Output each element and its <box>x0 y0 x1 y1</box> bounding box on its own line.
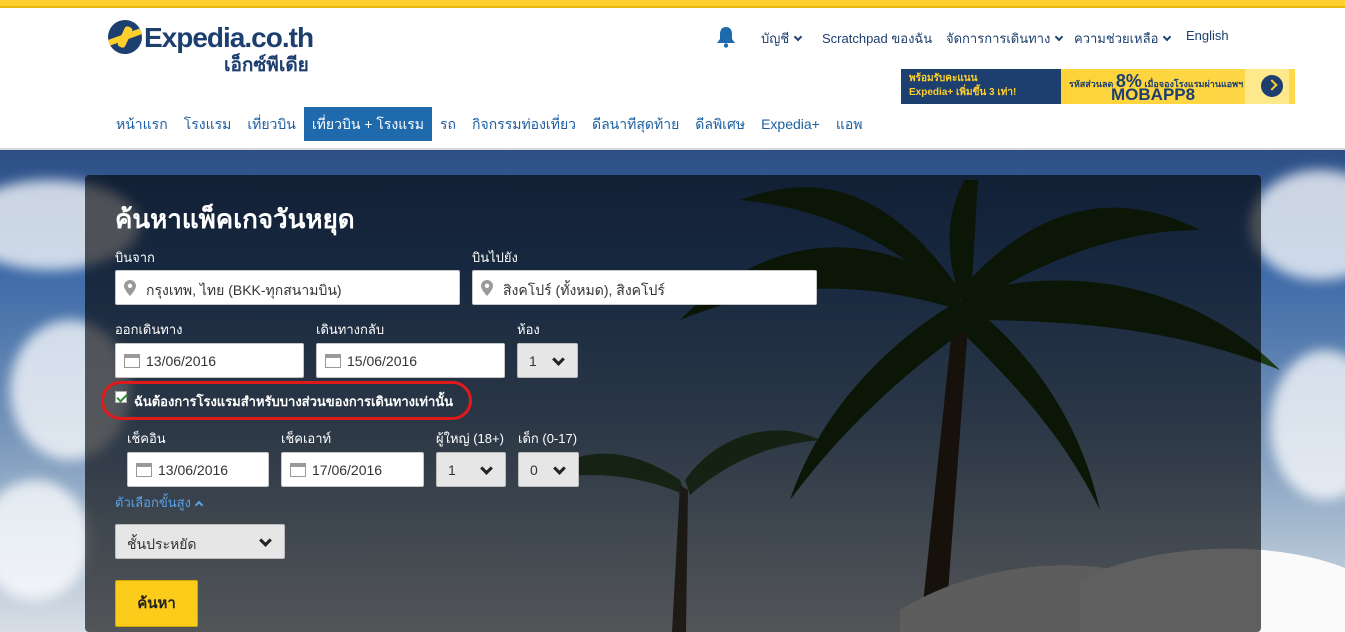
rooms-label: ห้อง <box>517 322 540 337</box>
main-nav-item-2[interactable]: เที่ยวบิน <box>239 107 304 141</box>
advanced-options-label: ตัวเลือกขั้นสูง <box>115 495 191 510</box>
return-date-value: 15/06/2016 <box>347 353 418 369</box>
chevron-down-icon <box>1163 32 1172 42</box>
from-input[interactable]: กรุงเทพ, ไทย (BKK-ทุกสนามบิน) <box>115 270 460 305</box>
search-button[interactable]: ค้นหา <box>115 580 198 627</box>
adults-value: 1 <box>448 462 456 478</box>
main-nav-item-4[interactable]: รถ <box>432 107 464 141</box>
checkin-date-input[interactable]: 13/06/2016 <box>127 452 269 487</box>
promo-discount-label: รหัสส่วนลด <box>1069 79 1114 89</box>
chevron-down-icon <box>553 462 566 475</box>
main-nav-item-1[interactable]: โรงแรม <box>176 107 240 141</box>
promo-points-block: พร้อมรับคะแนน Expedia+ เพิ่มขึ้น 3 เท่า! <box>901 69 1061 104</box>
scratchpad-link[interactable]: Scratchpad ของฉัน <box>822 28 932 48</box>
checkout-label: เช็คเอาท์ <box>281 431 332 446</box>
main-nav-item-5[interactable]: กิจกรรมท่องเที่ยว <box>464 107 584 141</box>
plane-globe-icon <box>108 20 142 54</box>
calendar-icon <box>290 463 306 477</box>
account-menu[interactable]: บัญชี <box>761 28 803 48</box>
depart-label: ออกเดินทาง <box>115 322 183 337</box>
from-label: บินจาก <box>115 250 155 265</box>
checkin-date-value: 13/06/2016 <box>158 462 229 478</box>
manage-trips-menu[interactable]: จัดการการเดินทาง <box>946 28 1064 48</box>
children-value: 0 <box>530 462 538 478</box>
partial-stay-label[interactable]: ฉันต้องการโรงแรมสำหรับบางส่วนของการเดินท… <box>134 391 453 412</box>
location-pin-icon <box>124 280 136 296</box>
depart-date-input[interactable]: 13/06/2016 <box>115 343 304 378</box>
to-label: บินไปยัง <box>472 250 518 265</box>
cloud <box>0 480 90 600</box>
logo-thai-text: เอ็กซ์พีเดีย <box>224 55 309 76</box>
main-nav-item-7[interactable]: ดีลพิเศษ <box>687 107 753 141</box>
chevron-down-icon <box>793 32 803 42</box>
cabin-class-select[interactable]: ชั้นประหยัด <box>115 524 285 559</box>
from-value: กรุงเทพ, ไทย (BKK-ทุกสนามบิน) <box>146 282 342 298</box>
to-value: สิงคโปร์ (ทั้งหมด), สิงคโปร์ <box>503 282 665 298</box>
chevron-up-icon <box>194 500 204 510</box>
return-label: เดินทางกลับ <box>316 322 385 337</box>
chevron-down-icon <box>259 534 272 547</box>
partial-stay-checkbox[interactable] <box>115 391 127 403</box>
help-menu[interactable]: ความช่วยเหลือ <box>1074 28 1172 48</box>
language-label: English <box>1186 28 1229 43</box>
chevron-down-icon <box>1055 32 1064 42</box>
children-label: เด็ก (0-17) <box>518 431 578 446</box>
depart-date-value: 13/06/2016 <box>146 353 217 369</box>
checkout-date-input[interactable]: 17/06/2016 <box>281 452 424 487</box>
children-select[interactable]: 0 <box>518 452 579 487</box>
advanced-options-toggle[interactable]: ตัวเลือกขั้นสูง <box>115 492 204 513</box>
chevron-down-icon <box>480 462 493 475</box>
cabin-class-value: ชั้นประหยัด <box>127 536 197 552</box>
language-link[interactable]: English <box>1186 28 1229 48</box>
rooms-select[interactable]: 1 <box>517 343 578 378</box>
calendar-icon <box>325 354 341 368</box>
scratchpad-label: Scratchpad ของฉัน <box>822 31 933 46</box>
search-title: ค้นหาแพ็คเกจวันหยุด <box>115 204 355 234</box>
main-nav-item-3[interactable]: เที่ยวบิน + โรงแรม <box>303 107 433 141</box>
main-nav: หน้าแรก โรงแรม เที่ยวบิน เที่ยวบิน + โรงแรม… <box>108 107 871 141</box>
promo-code: MOBAPP8 <box>1111 85 1196 104</box>
chevron-down-icon <box>552 353 565 366</box>
help-label: ความช่วยเหลือ <box>1074 31 1159 46</box>
main-nav-item-6[interactable]: ดีลนาทีสุดท้าย <box>584 107 687 141</box>
main-nav-item-8[interactable]: Expedia+ <box>753 107 828 141</box>
main-nav-item-9[interactable]: แอพ <box>828 107 871 141</box>
location-pin-icon <box>481 280 493 296</box>
expedia-logo[interactable]: Expedia.co.th เอ็กซ์พีเดีย <box>108 20 328 76</box>
checkin-label: เช็คอิน <box>127 431 166 446</box>
main-nav-item-0[interactable]: หน้าแรก <box>108 107 176 141</box>
calendar-icon <box>136 463 152 477</box>
arrow-right-icon[interactable] <box>1261 75 1283 97</box>
promo-line-1: พร้อมรับคะแนน <box>909 73 978 84</box>
return-date-input[interactable]: 15/06/2016 <box>316 343 505 378</box>
promo-line-2: Expedia+ เพิ่มขึ้น 3 เท่า! <box>909 87 1017 98</box>
rooms-value: 1 <box>529 353 537 369</box>
promo-banner[interactable]: พร้อมรับคะแนน Expedia+ เพิ่มขึ้น 3 เท่า!… <box>901 69 1295 104</box>
calendar-icon <box>124 354 140 368</box>
top-accent-bar <box>0 0 1345 8</box>
to-input[interactable]: สิงคโปร์ (ทั้งหมด), สิงคโปร์ <box>472 270 817 305</box>
account-label: บัญชี <box>761 31 790 46</box>
adults-label: ผู้ใหญ่ (18+) <box>436 431 504 446</box>
bell-icon[interactable] <box>716 26 736 48</box>
manage-trips-label: จัดการการเดินทาง <box>946 31 1051 46</box>
checkout-date-value: 17/06/2016 <box>312 462 383 478</box>
adults-select[interactable]: 1 <box>436 452 506 487</box>
